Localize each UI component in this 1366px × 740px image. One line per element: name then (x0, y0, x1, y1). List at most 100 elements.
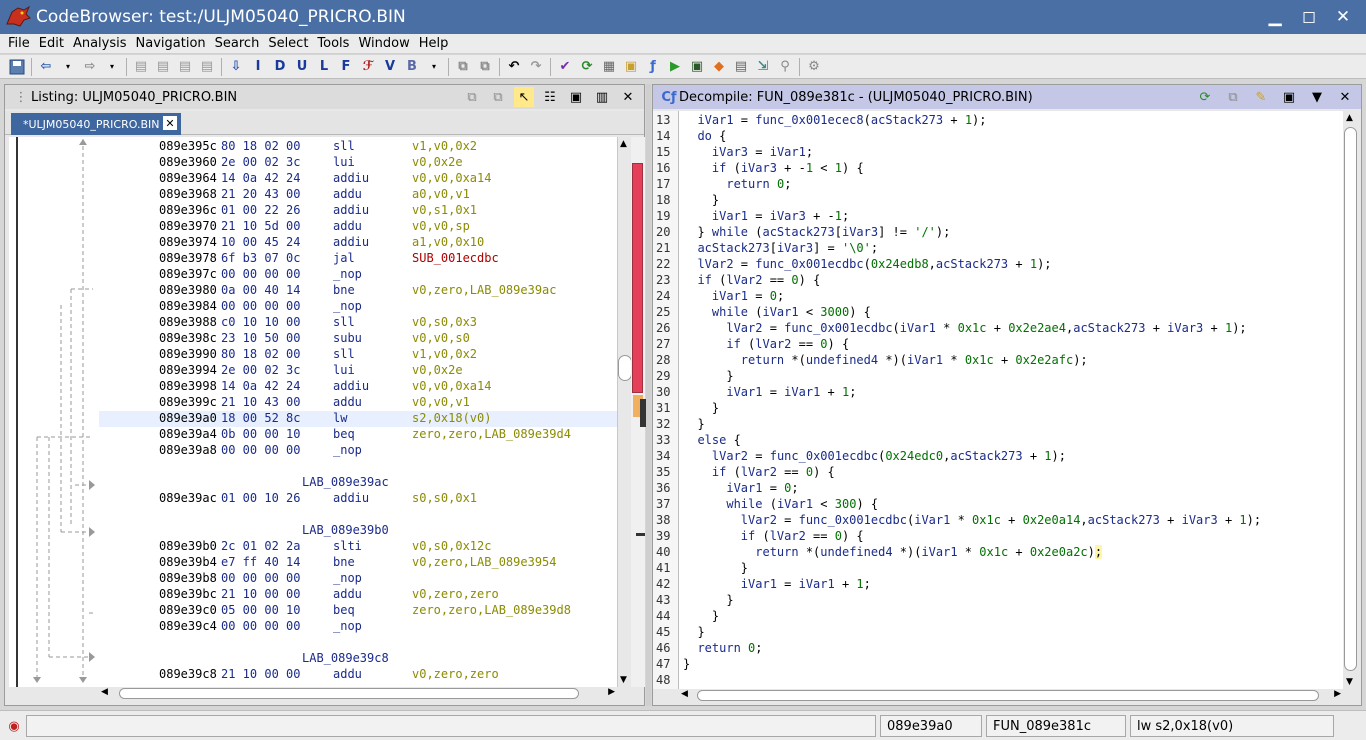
instruction-mnemonic[interactable]: lw (333, 411, 347, 425)
folder-icon[interactable]: ▣ (620, 57, 642, 77)
instruction-row[interactable]: 089e3990 80 18 02 00 sll v1,v0,0x2 (99, 347, 617, 363)
code-line[interactable]: iVar1 = func_0x001ecec8(acStack273 + 1); (683, 113, 1343, 129)
snapshot-icon[interactable]: ▣ (1279, 87, 1299, 107)
instruction-mnemonic[interactable]: addiu (333, 379, 369, 393)
instruction-mnemonic[interactable]: lui (333, 155, 355, 169)
next-data-icon[interactable]: ▤ (196, 57, 218, 77)
tree-icon[interactable]: ⚲ (774, 57, 796, 77)
prev-code-icon[interactable]: ▤ (130, 57, 152, 77)
undo-icon[interactable]: ↶ (503, 57, 525, 77)
instruction-row[interactable]: 089e3970 21 10 5d 00 addu v0,v0,sp (99, 219, 617, 235)
scroll-down-icon[interactable]: ▼ (620, 675, 627, 685)
copy-icon[interactable]: ⧉ (1223, 87, 1243, 107)
code-line[interactable]: } (683, 657, 1343, 673)
instruction-operands[interactable]: v0,zero,LAB_089e39ac (412, 283, 557, 297)
instruction-address[interactable]: 089e3988 (159, 315, 217, 329)
instruction-operands[interactable]: SUB_001ecdbc (412, 251, 499, 265)
instruction-operands[interactable]: s0,s0,0x1 (412, 491, 477, 505)
forward-arrow-icon[interactable]: ⇨ (79, 57, 101, 77)
decompile-code[interactable]: iVar1 = func_0x001ecec8(acStack273 + 1);… (679, 111, 1343, 689)
code-line[interactable]: if (lVar2 == 0) { (683, 337, 1343, 353)
instruction-address[interactable]: 089e39a0 (159, 411, 217, 425)
code-line[interactable]: } (683, 561, 1343, 577)
code-line[interactable]: } (683, 625, 1343, 641)
listing-horizontal-scrollbar[interactable]: ◀ ▶ (99, 687, 617, 701)
instruction-mnemonic[interactable]: addu (333, 587, 362, 601)
instruction-row[interactable]: 089e3968 21 20 43 00 addu a0,v0,v1 (99, 187, 617, 203)
instruction-operands[interactable]: v0,v0,sp (412, 219, 470, 233)
label-row[interactable] (99, 635, 617, 651)
debug-icon[interactable]: ⚙ (803, 57, 825, 77)
instruction-address[interactable]: 089e395c (159, 139, 217, 153)
instruction-address[interactable]: 089e39c0 (159, 603, 217, 617)
code-line[interactable]: } (683, 369, 1343, 385)
code-line[interactable]: lVar2 = func_0x001ecdbc(iVar1 * 0x1c + 0… (683, 513, 1343, 529)
instruction-address[interactable]: 089e398c (159, 331, 217, 345)
instruction-bytes[interactable]: 2c 01 02 2a (221, 539, 300, 553)
dropdown-icon[interactable]: ▾ (101, 57, 123, 77)
tab-uljm05040[interactable]: *ULJM05040_PRICRO.BIN ✕ (11, 113, 181, 135)
code-line[interactable]: return *(undefined4 *)(iVar1 * 0x1c + 0x… (683, 545, 1343, 561)
label-row[interactable]: LAB_089e39ac (99, 475, 617, 491)
layout-dropdown-icon[interactable]: ▥ (592, 87, 612, 107)
menu-tools[interactable]: Tools (317, 36, 349, 51)
paste-icon[interactable]: ⧉ (488, 87, 508, 107)
prev-data-icon[interactable]: ▤ (174, 57, 196, 77)
instruction-mnemonic[interactable]: addiu (333, 491, 369, 505)
instruction-bytes[interactable]: 00 00 00 00 (221, 619, 300, 633)
code-line[interactable]: return 0; (683, 641, 1343, 657)
instruction-bytes[interactable]: 23 10 50 00 (221, 331, 300, 345)
code-label[interactable]: LAB_089e39c8 (302, 651, 389, 665)
instruction-mnemonic[interactable]: lui (333, 363, 355, 377)
label-row[interactable] (99, 507, 617, 523)
instruction-address[interactable]: 089e3978 (159, 251, 217, 265)
instruction-row[interactable]: 089e398c 23 10 50 00 subu v0,v0,s0 (99, 331, 617, 347)
instruction-mnemonic[interactable]: addu (333, 395, 362, 409)
nav-label-icon[interactable]: L (313, 57, 335, 77)
menu-file[interactable]: File (8, 36, 30, 51)
instruction-address[interactable]: 089e3970 (159, 219, 217, 233)
instruction-operands[interactable]: v0,zero,zero (412, 587, 499, 601)
decompile-horizontal-scrollbar[interactable]: ◀ ▶ (679, 689, 1343, 703)
code-line[interactable]: acStack273[iVar3] = '\0'; (683, 241, 1343, 257)
instruction-row[interactable]: 089e3978 6f b3 07 0c jal SUB_001ecdbc (99, 251, 617, 267)
code-line[interactable]: } while (acStack273[iVar3] != '/'); (683, 225, 1343, 241)
instruction-bytes[interactable]: 2e 00 02 3c (221, 155, 300, 169)
nav-data-icon[interactable]: D (269, 57, 291, 77)
split-divider[interactable] (646, 84, 651, 706)
instruction-bytes[interactable]: 01 00 10 26 (221, 491, 300, 505)
menu-analysis[interactable]: Analysis (73, 36, 127, 51)
instruction-operands[interactable]: v0,0x2e (412, 363, 463, 377)
instruction-row[interactable]: 089e3998 14 0a 42 24 addiu v0,v0,0xa14 (99, 379, 617, 395)
instruction-bytes[interactable]: 05 00 00 10 (221, 603, 300, 617)
maximize-icon[interactable]: ◻ (1292, 6, 1326, 28)
instruction-operands[interactable]: v0,v0,s0 (412, 331, 470, 345)
function-graph-icon[interactable]: ƒ (642, 57, 664, 77)
instruction-mnemonic[interactable]: _nop (333, 299, 362, 313)
scroll-up-icon[interactable]: ▲ (1346, 113, 1353, 123)
instruction-bytes[interactable]: 21 10 43 00 (221, 395, 300, 409)
code-line[interactable]: iVar3 = iVar1; (683, 145, 1343, 161)
instruction-address[interactable]: 089e39b4 (159, 555, 217, 569)
field-editor-icon[interactable]: ☷ (540, 87, 560, 107)
close-icon[interactable]: ✕ (1335, 87, 1355, 107)
instruction-mnemonic[interactable]: addiu (333, 235, 369, 249)
instruction-operands[interactable]: v0,zero,LAB_089e3954 (412, 555, 557, 569)
instruction-operands[interactable]: v0,v0,0xa14 (412, 379, 491, 393)
code-line[interactable]: while (iVar1 < 300) { (683, 497, 1343, 513)
instruction-row[interactable]: 089e39ac 01 00 10 26 addiu s0,s0,0x1 (99, 491, 617, 507)
instruction-row[interactable]: 089e3988 c0 10 10 00 sll v0,s0,0x3 (99, 315, 617, 331)
close-icon[interactable]: ✕ (1326, 6, 1360, 28)
save-icon[interactable] (6, 57, 28, 77)
instruction-mnemonic[interactable]: sll (333, 315, 355, 329)
menu-edit[interactable]: Edit (39, 36, 64, 51)
scroll-thumb[interactable] (1344, 127, 1357, 671)
instruction-bytes[interactable]: 21 20 43 00 (221, 187, 300, 201)
listing-vertical-scrollbar[interactable]: ▲ ▼ (617, 137, 632, 687)
code-line[interactable]: else { (683, 433, 1343, 449)
nav-instruction-icon[interactable]: I (247, 57, 269, 77)
scroll-right-icon[interactable]: ▶ (1334, 689, 1341, 699)
instruction-address[interactable]: 089e3960 (159, 155, 217, 169)
redo-icon[interactable]: ↷ (525, 57, 547, 77)
instruction-bytes[interactable]: 10 00 45 24 (221, 235, 300, 249)
